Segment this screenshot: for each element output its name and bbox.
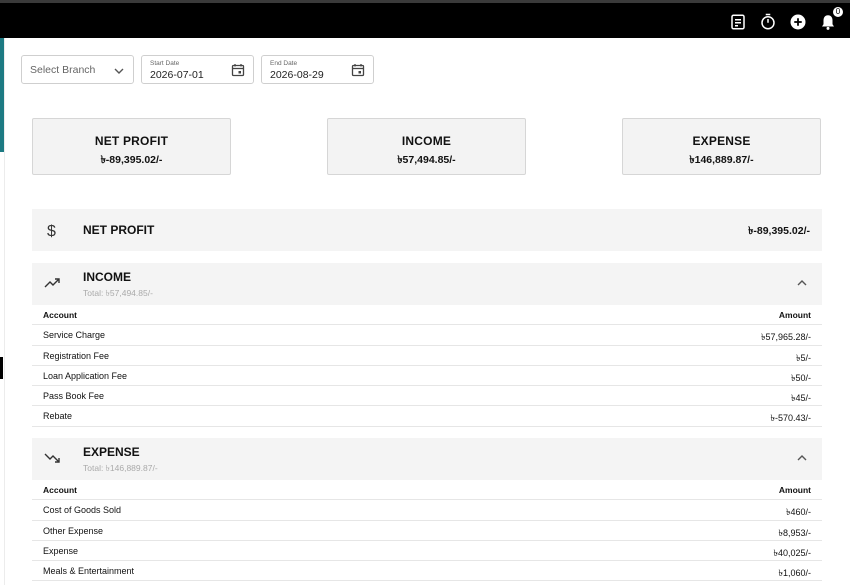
table-row: Expense ৳40,025/-: [32, 541, 822, 562]
amount-cell: ৳8,953/-: [778, 527, 811, 538]
notes-icon[interactable]: [728, 12, 748, 32]
end-date-value: 2026-08-29: [270, 69, 324, 81]
svg-text:$: $: [47, 223, 56, 239]
column-header-account: Account: [43, 310, 77, 320]
account-cell: Cost of Goods Sold: [43, 505, 122, 516]
table-row: Other Expense ৳8,953/-: [32, 521, 822, 541]
account-cell: Other Expense: [43, 525, 104, 536]
topbar-actions: 0: [728, 6, 844, 32]
branch-select[interactable]: Select Branch: [21, 55, 134, 84]
start-date-label: Start Date: [150, 60, 180, 67]
amount-cell: ৳-570.43/-: [770, 413, 811, 424]
timer-icon[interactable]: [758, 12, 778, 32]
expense-group-title: EXPENSE: [83, 445, 140, 459]
chevron-down-icon: [114, 68, 124, 74]
net-profit-row-title: NET PROFIT: [83, 223, 155, 237]
table-row: Service Charge ৳57,965.28/-: [32, 325, 822, 346]
net-profit-row: $ NET PROFIT ৳-89,395.02/-: [32, 209, 822, 251]
account-cell: Pass Book Fee: [43, 391, 105, 402]
account-cell: Rebate: [43, 411, 73, 422]
income-card: INCOME ৳57,494.85/-: [327, 118, 526, 175]
top-app-bar: 0: [0, 0, 850, 38]
expense-card-value: ৳146,889.87/-: [689, 154, 754, 166]
amount-cell: ৳1,060/-: [778, 568, 811, 579]
start-date-field[interactable]: Start Date 2026-07-01: [141, 55, 254, 84]
branch-select-placeholder: Select Branch: [30, 64, 96, 76]
table-row: Meals & Entertainment ৳1,060/-: [32, 561, 822, 582]
expense-group-header[interactable]: EXPENSE Total: ৳146,889.87/-: [32, 438, 822, 480]
table-row: Registration Fee ৳5/-: [32, 346, 822, 366]
net-profit-card-title: NET PROFIT: [94, 134, 169, 148]
account-cell: Registration Fee: [43, 350, 110, 361]
table-header-row: Account Amount: [32, 480, 822, 501]
column-header-account: Account: [43, 485, 77, 495]
dollar-icon: $: [47, 223, 56, 239]
account-cell: Loan Application Fee: [43, 370, 128, 381]
chevron-up-icon[interactable]: [796, 277, 808, 289]
income-group-header[interactable]: INCOME Total: ৳57,494.85/-: [32, 263, 822, 305]
column-header-amount: Amount: [778, 310, 811, 320]
sidebar-divider: [4, 38, 5, 585]
expense-card: EXPENSE ৳146,889.87/-: [622, 118, 821, 175]
expense-group-total: Total: ৳146,889.87/-: [83, 463, 158, 473]
income-group-title: INCOME: [83, 270, 131, 284]
amount-cell: ৳57,965.28/-: [760, 332, 811, 343]
calendar-icon[interactable]: [231, 63, 245, 77]
net-profit-card: NET PROFIT ৳-89,395.02/-: [32, 118, 231, 175]
amount-cell: ৳45/-: [791, 393, 811, 404]
expense-table: Account Amount Cost of Goods Sold ৳460/- …: [32, 480, 822, 582]
income-group-total: Total: ৳57,494.85/-: [83, 288, 153, 298]
net-profit-row-value: ৳-89,395.02/-: [748, 225, 810, 237]
amount-cell: ৳40,025/-: [773, 547, 811, 558]
account-cell: Meals & Entertainment: [43, 566, 135, 577]
bell-icon[interactable]: 0: [818, 6, 844, 32]
table-row: Rebate ৳-570.43/-: [32, 406, 822, 427]
table-header-row: Account Amount: [32, 305, 822, 326]
account-cell: Expense: [43, 545, 79, 556]
add-circle-icon[interactable]: [788, 12, 808, 32]
amount-cell: ৳50/-: [791, 372, 811, 383]
chevron-up-icon[interactable]: [796, 452, 808, 464]
income-card-value: ৳57,494.85/-: [397, 154, 456, 166]
notification-badge: 0: [832, 6, 844, 18]
sidebar-marker: [0, 357, 3, 379]
end-date-label: End Date: [270, 60, 298, 67]
trending-up-icon: [44, 278, 60, 288]
income-table: Account Amount Service Charge ৳57,965.28/…: [32, 305, 822, 427]
table-row: Pass Book Fee ৳45/-: [32, 386, 822, 407]
calendar-icon[interactable]: [351, 63, 365, 77]
amount-cell: ৳460/-: [786, 507, 811, 518]
trending-down-icon: [44, 453, 60, 463]
end-date-field[interactable]: End Date 2026-08-29: [261, 55, 374, 84]
income-card-title: INCOME: [401, 134, 452, 148]
column-header-amount: Amount: [778, 485, 811, 495]
start-date-value: 2026-07-01: [150, 69, 204, 81]
amount-cell: ৳5/-: [796, 352, 811, 363]
net-profit-card-value: ৳-89,395.02/-: [100, 154, 163, 166]
table-row: Loan Application Fee ৳50/-: [32, 366, 822, 387]
expense-card-title: EXPENSE: [692, 134, 751, 148]
account-cell: Service Charge: [43, 330, 106, 341]
table-row: Cost of Goods Sold ৳460/-: [32, 500, 822, 521]
filter-bar: Select Branch Start Date 2026-07-01 End …: [21, 55, 374, 84]
